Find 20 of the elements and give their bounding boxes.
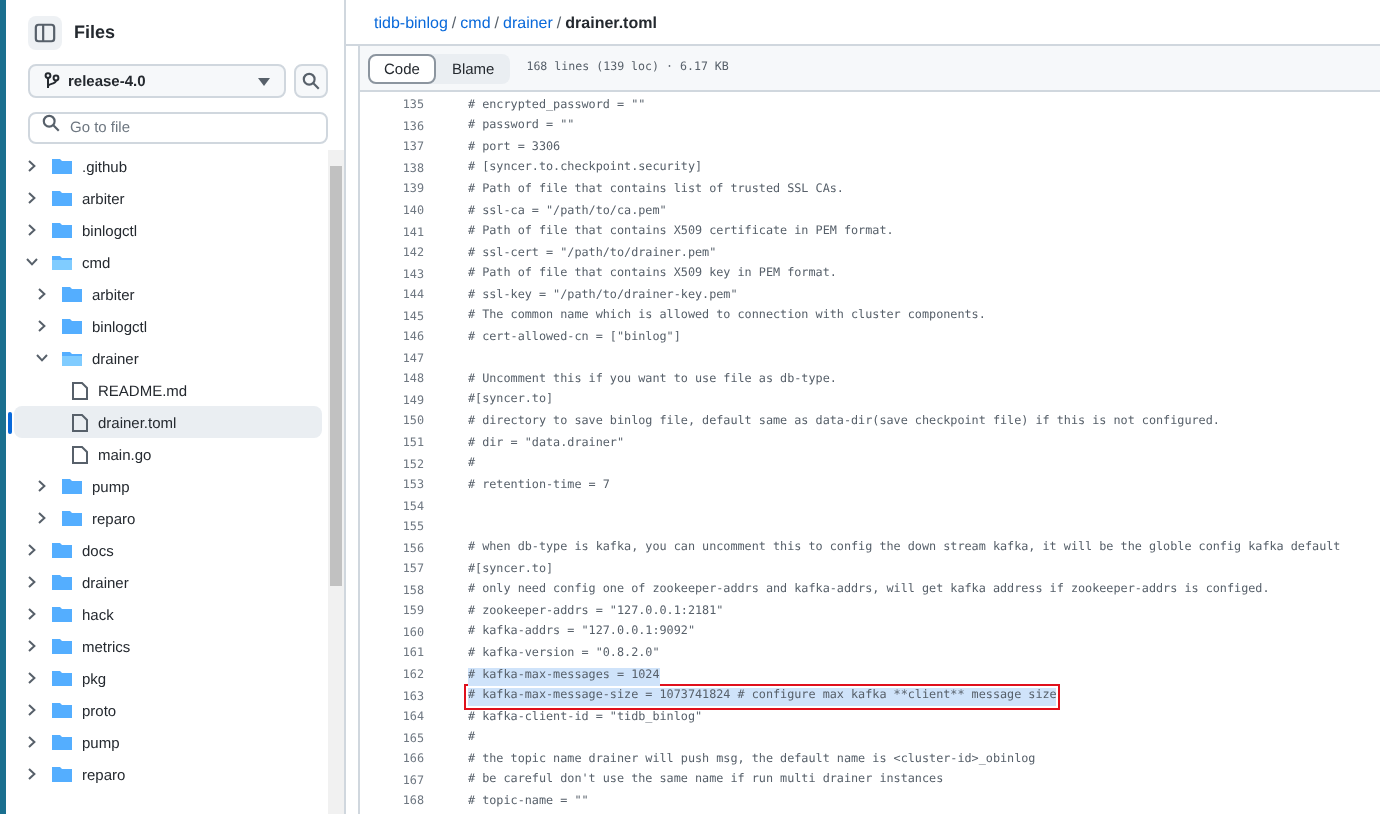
breadcrumb-link[interactable]: drainer bbox=[503, 13, 553, 31]
breadcrumb-separator: / bbox=[494, 13, 500, 31]
scrollbar-thumb[interactable] bbox=[330, 166, 342, 586]
scrollbar[interactable] bbox=[328, 150, 344, 814]
sidebar-panel-icon bbox=[34, 21, 56, 43]
breadcrumb-link[interactable]: cmd bbox=[460, 13, 491, 31]
sidebar-toggle-button[interactable] bbox=[28, 15, 62, 49]
search-icon bbox=[42, 113, 60, 131]
sidebar-title: Files bbox=[74, 22, 116, 42]
folder-icon bbox=[52, 254, 72, 270]
selection-indicator bbox=[8, 412, 12, 434]
folder-icon bbox=[62, 350, 82, 366]
breadcrumb-separator: / bbox=[451, 13, 457, 31]
search-button[interactable] bbox=[294, 64, 328, 98]
branch-icon bbox=[44, 72, 60, 90]
caret-icon bbox=[258, 77, 270, 85]
current-file-name: drainer.toml bbox=[565, 13, 657, 31]
breadcrumb-separator: / bbox=[556, 13, 562, 31]
search-icon bbox=[302, 72, 320, 90]
breadcrumb-link[interactable]: tidb-binlog bbox=[374, 13, 448, 31]
